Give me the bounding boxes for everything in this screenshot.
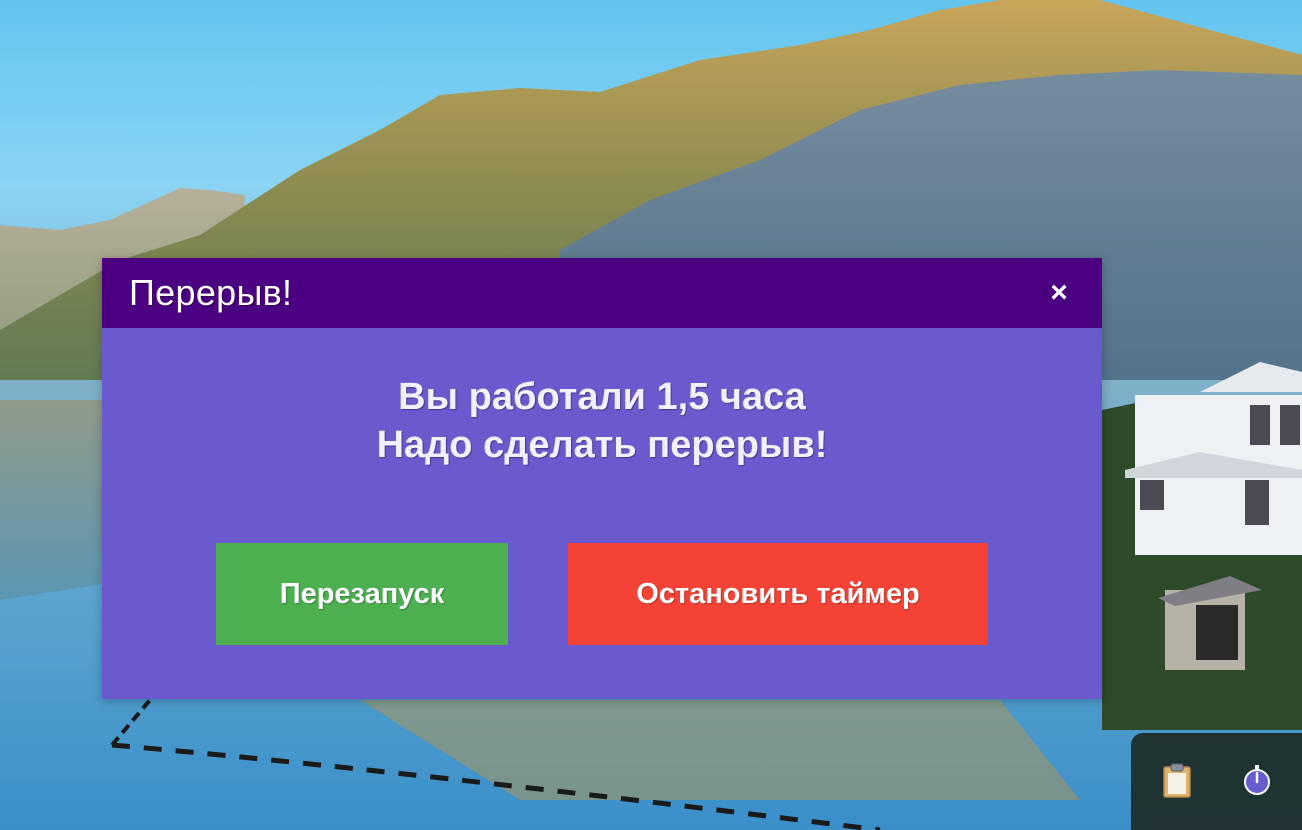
close-icon: ×	[1050, 276, 1068, 309]
message-line-break: Надо сделать перерыв!	[376, 424, 828, 466]
corner-toolbar	[1131, 733, 1302, 830]
break-message: Вы работали 1,5 часа Надо сделать переры…	[102, 373, 1102, 469]
desktop-background: Перерыв! × Вы работали 1,5 часа Надо сде…	[0, 0, 1302, 830]
clipboard-icon[interactable]	[1159, 763, 1195, 799]
message-line-worked: Вы работали 1,5 часа	[398, 376, 806, 418]
timer-icon[interactable]	[1239, 763, 1275, 799]
stop-timer-button[interactable]: Остановить таймер	[568, 543, 988, 645]
dialog-title: Перерыв!	[129, 272, 293, 313]
restart-button[interactable]: Перезапуск	[216, 543, 508, 645]
dialog-header: Перерыв! ×	[102, 258, 1102, 328]
break-dialog: Перерыв! × Вы работали 1,5 часа Надо сде…	[102, 258, 1102, 699]
close-button[interactable]: ×	[1042, 276, 1076, 310]
